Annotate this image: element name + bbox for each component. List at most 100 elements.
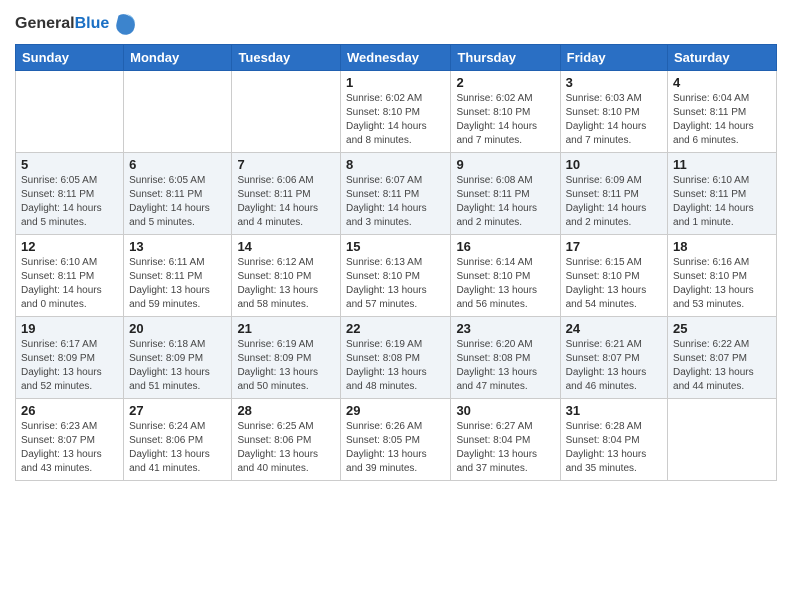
day-number: 25 <box>673 321 771 336</box>
day-number: 9 <box>456 157 554 172</box>
day-info: Sunrise: 6:24 AMSunset: 8:06 PMDaylight:… <box>129 420 226 476</box>
day-number: 30 <box>456 403 554 418</box>
weekday-header-saturday: Saturday <box>668 45 777 71</box>
calendar-cell: 1 Sunrise: 6:02 AMSunset: 8:10 PMDaylight… <box>341 71 451 153</box>
calendar-cell: 29Sunrise: 6:26 AMSunset: 8:05 PMDayligh… <box>341 399 451 481</box>
day-info: Sunrise: 6:02 AMSunset: 8:10 PMDaylight:… <box>346 92 445 148</box>
calendar-cell: 26 Sunrise: 6:23 AMSunset: 8:07 PMDayligh… <box>16 399 124 481</box>
day-info: Sunrise: 6:06 AMSunset: 8:11 PMDaylight:… <box>237 174 335 230</box>
calendar-cell: 12 Sunrise: 6:10 AMSunset: 8:11 PMDayligh… <box>16 235 124 317</box>
calendar-week-row: 5 Sunrise: 6:05 AMSunset: 8:11 PMDaylight… <box>16 153 777 235</box>
day-number: 3 <box>566 75 662 90</box>
day-info: Sunrise: 6:05 AMSunset: 8:11 PMDaylight:… <box>21 174 118 230</box>
header: GeneralBlue <box>15 10 777 38</box>
weekday-header-monday: Monday <box>124 45 232 71</box>
day-info: Sunrise: 6:18 AMSunset: 8:09 PMDaylight:… <box>129 338 226 394</box>
day-number: 7 <box>237 157 335 172</box>
calendar-cell: 30 Sunrise: 6:27 AMSunset: 8:04 PMDayligh… <box>451 399 560 481</box>
calendar-cell: 7 Sunrise: 6:06 AMSunset: 8:11 PMDaylight… <box>232 153 341 235</box>
calendar-cell: 8 Sunrise: 6:07 AMSunset: 8:11 PMDaylight… <box>341 153 451 235</box>
day-info: Sunrise: 6:08 AMSunset: 8:11 PMDaylight:… <box>456 174 554 230</box>
calendar-week-row: 26 Sunrise: 6:23 AMSunset: 8:07 PMDayligh… <box>16 399 777 481</box>
calendar-cell: 13 Sunrise: 6:11 AMSunset: 8:11 PMDayligh… <box>124 235 232 317</box>
day-info: Sunrise: 6:03 AMSunset: 8:10 PMDaylight:… <box>566 92 662 148</box>
day-number: 26 <box>21 403 118 418</box>
calendar-cell: 17 Sunrise: 6:15 AMSunset: 8:10 PMDayligh… <box>560 235 667 317</box>
day-number: 14 <box>237 239 335 254</box>
calendar-cell: 27 Sunrise: 6:24 AMSunset: 8:06 PMDayligh… <box>124 399 232 481</box>
day-number: 29 <box>346 403 445 418</box>
calendar-cell: 18 Sunrise: 6:16 AMSunset: 8:10 PMDayligh… <box>668 235 777 317</box>
day-number: 23 <box>456 321 554 336</box>
calendar-cell: 31 Sunrise: 6:28 AMSunset: 8:04 PMDayligh… <box>560 399 667 481</box>
day-info: Sunrise: 6:02 AMSunset: 8:10 PMDaylight:… <box>456 92 554 148</box>
calendar-cell: 16 Sunrise: 6:14 AMSunset: 8:10 PMDayligh… <box>451 235 560 317</box>
weekday-header-wednesday: Wednesday <box>341 45 451 71</box>
calendar-cell: 24Sunrise: 6:21 AMSunset: 8:07 PMDayligh… <box>560 317 667 399</box>
day-number: 31 <box>566 403 662 418</box>
day-number: 16 <box>456 239 554 254</box>
day-info: Sunrise: 6:12 AMSunset: 8:10 PMDaylight:… <box>237 256 335 312</box>
calendar-cell: 22 Sunrise: 6:19 AMSunset: 8:08 PMDayligh… <box>341 317 451 399</box>
day-number: 17 <box>566 239 662 254</box>
day-number: 24 <box>566 321 662 336</box>
logo-icon <box>111 10 139 38</box>
day-number: 19 <box>21 321 118 336</box>
calendar-cell: 20 Sunrise: 6:18 AMSunset: 8:09 PMDayligh… <box>124 317 232 399</box>
day-info: Sunrise: 6:19 AMSunset: 8:09 PMDaylight:… <box>237 338 335 394</box>
day-number: 4 <box>673 75 771 90</box>
day-number: 20 <box>129 321 226 336</box>
logo-blue-text: Blue <box>75 15 110 32</box>
day-number: 21 <box>237 321 335 336</box>
day-number: 11 <box>673 157 771 172</box>
day-info: Sunrise: 6:09 AMSunset: 8:11 PMDaylight:… <box>566 174 662 230</box>
logo-text: GeneralBlue <box>15 15 109 33</box>
day-number: 5 <box>21 157 118 172</box>
day-info: Sunrise: 6:04 AMSunset: 8:11 PMDaylight:… <box>673 92 771 148</box>
calendar-cell: 23 Sunrise: 6:20 AMSunset: 8:08 PMDayligh… <box>451 317 560 399</box>
calendar-cell: 10 Sunrise: 6:09 AMSunset: 8:11 PMDayligh… <box>560 153 667 235</box>
day-number: 28 <box>237 403 335 418</box>
calendar-cell: 15Sunrise: 6:13 AMSunset: 8:10 PMDayligh… <box>341 235 451 317</box>
calendar-cell: 5 Sunrise: 6:05 AMSunset: 8:11 PMDaylight… <box>16 153 124 235</box>
calendar-cell <box>124 71 232 153</box>
calendar-cell: 21 Sunrise: 6:19 AMSunset: 8:09 PMDayligh… <box>232 317 341 399</box>
weekday-header-row: SundayMondayTuesdayWednesdayThursdayFrid… <box>16 45 777 71</box>
calendar-week-row: 19Sunrise: 6:17 AMSunset: 8:09 PMDayligh… <box>16 317 777 399</box>
day-info: Sunrise: 6:07 AMSunset: 8:11 PMDaylight:… <box>346 174 445 230</box>
day-info: Sunrise: 6:11 AMSunset: 8:11 PMDaylight:… <box>129 256 226 312</box>
calendar-cell: 4 Sunrise: 6:04 AMSunset: 8:11 PMDaylight… <box>668 71 777 153</box>
day-number: 13 <box>129 239 226 254</box>
calendar-cell <box>232 71 341 153</box>
calendar-cell: 6Sunrise: 6:05 AMSunset: 8:11 PMDaylight… <box>124 153 232 235</box>
day-info: Sunrise: 6:27 AMSunset: 8:04 PMDaylight:… <box>456 420 554 476</box>
day-number: 12 <box>21 239 118 254</box>
day-number: 27 <box>129 403 226 418</box>
day-info: Sunrise: 6:14 AMSunset: 8:10 PMDaylight:… <box>456 256 554 312</box>
day-number: 10 <box>566 157 662 172</box>
calendar-cell <box>668 399 777 481</box>
weekday-header-friday: Friday <box>560 45 667 71</box>
weekday-header-sunday: Sunday <box>16 45 124 71</box>
day-info: Sunrise: 6:25 AMSunset: 8:06 PMDaylight:… <box>237 420 335 476</box>
day-number: 1 <box>346 75 445 90</box>
day-info: Sunrise: 6:22 AMSunset: 8:07 PMDaylight:… <box>673 338 771 394</box>
calendar-cell: 25 Sunrise: 6:22 AMSunset: 8:07 PMDayligh… <box>668 317 777 399</box>
calendar-table: SundayMondayTuesdayWednesdayThursdayFrid… <box>15 44 777 481</box>
day-info: Sunrise: 6:28 AMSunset: 8:04 PMDaylight:… <box>566 420 662 476</box>
weekday-header-tuesday: Tuesday <box>232 45 341 71</box>
day-number: 8 <box>346 157 445 172</box>
day-number: 18 <box>673 239 771 254</box>
day-info: Sunrise: 6:16 AMSunset: 8:10 PMDaylight:… <box>673 256 771 312</box>
page: GeneralBlue SundayMondayTuesdayWednesday… <box>0 0 792 612</box>
calendar-week-row: 12 Sunrise: 6:10 AMSunset: 8:11 PMDayligh… <box>16 235 777 317</box>
day-info: Sunrise: 6:10 AMSunset: 8:11 PMDaylight:… <box>21 256 118 312</box>
day-info: Sunrise: 6:15 AMSunset: 8:10 PMDaylight:… <box>566 256 662 312</box>
day-info: Sunrise: 6:20 AMSunset: 8:08 PMDaylight:… <box>456 338 554 394</box>
day-info: Sunrise: 6:19 AMSunset: 8:08 PMDaylight:… <box>346 338 445 394</box>
day-info: Sunrise: 6:23 AMSunset: 8:07 PMDaylight:… <box>21 420 118 476</box>
day-info: Sunrise: 6:10 AMSunset: 8:11 PMDaylight:… <box>673 174 771 230</box>
day-number: 22 <box>346 321 445 336</box>
calendar-cell: 2Sunrise: 6:02 AMSunset: 8:10 PMDaylight… <box>451 71 560 153</box>
calendar-cell: 28 Sunrise: 6:25 AMSunset: 8:06 PMDayligh… <box>232 399 341 481</box>
